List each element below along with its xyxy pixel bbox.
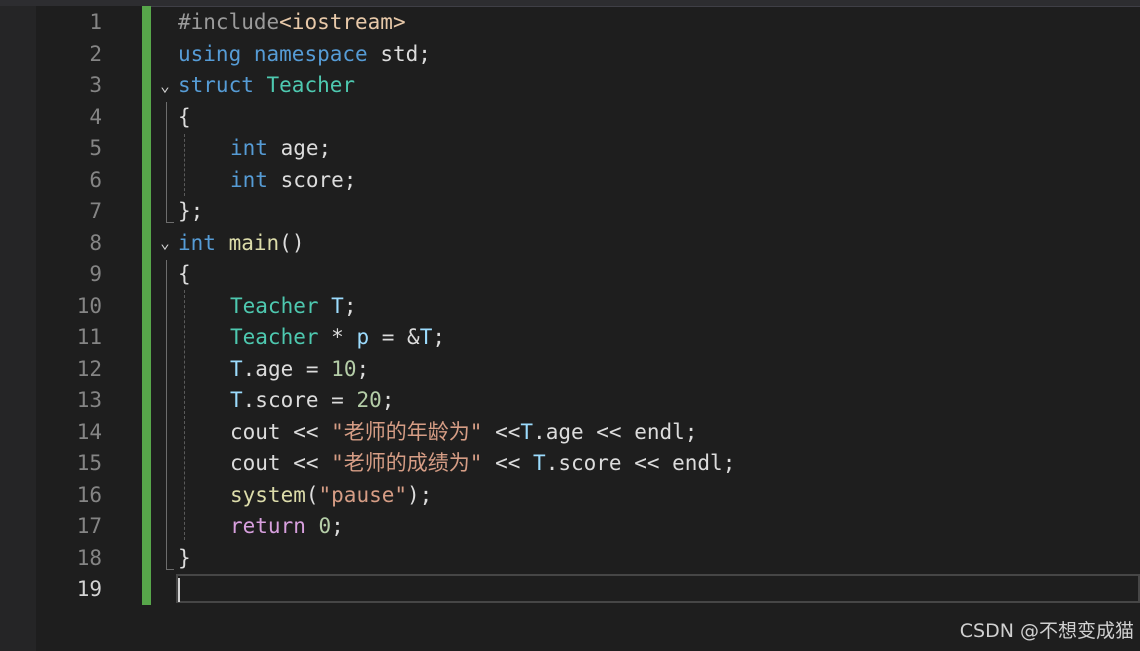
code-line-11[interactable]: 11 Teacher * p = &T; bbox=[0, 322, 1140, 354]
code-line-2[interactable]: 2 using namespace std; bbox=[0, 39, 1140, 71]
code-text[interactable]: int main() bbox=[178, 228, 304, 260]
code-text[interactable]: cout << "老师的年龄为" <<T.age << endl; bbox=[230, 417, 697, 449]
line-number: 7 bbox=[89, 199, 102, 223]
code-text[interactable]: T.score = 20; bbox=[230, 385, 394, 417]
code-line-19[interactable]: 19 bbox=[0, 574, 1140, 606]
code-text[interactable]: struct Teacher bbox=[178, 70, 355, 102]
line-number: 18 bbox=[76, 545, 102, 570]
code-line-5[interactable]: 5 int age; bbox=[0, 133, 1140, 165]
line-number: 17 bbox=[76, 514, 102, 538]
code-text[interactable]: { bbox=[178, 102, 191, 134]
code-line-13[interactable]: 13 T.score = 20; bbox=[0, 385, 1140, 417]
code-line-3[interactable]: 3 struct Teacher bbox=[0, 70, 1140, 102]
code-text[interactable]: Teacher * p = &T; bbox=[230, 322, 445, 354]
code-line-16[interactable]: 16 system("pause"); bbox=[0, 480, 1140, 512]
line-number: 2 bbox=[89, 41, 102, 66]
code-text[interactable]: int score; bbox=[230, 165, 356, 197]
code-line-8[interactable]: 8 int main() bbox=[0, 228, 1140, 260]
code-line-1[interactable]: 1 #include<iostream> bbox=[0, 7, 1140, 39]
line-number: 9 bbox=[89, 262, 102, 286]
line-number: 3 bbox=[89, 73, 102, 97]
code-line-18[interactable]: 18 } bbox=[0, 543, 1140, 575]
code-text[interactable]: system("pause"); bbox=[230, 480, 432, 512]
text-caret bbox=[178, 578, 180, 602]
code-line-17[interactable]: 17 return 0; bbox=[0, 511, 1140, 543]
code-line-7[interactable]: 7 }; bbox=[0, 196, 1140, 228]
line-number: 1 bbox=[89, 10, 102, 34]
code-text[interactable]: }; bbox=[178, 196, 203, 228]
line-number: 16 bbox=[76, 482, 102, 507]
code-text[interactable]: #include<iostream> bbox=[178, 7, 406, 39]
line-number: 11 bbox=[76, 325, 102, 349]
code-line-6[interactable]: 6 int score; bbox=[0, 165, 1140, 197]
code-line-15[interactable]: 15 cout << "老师的成绩为" << T.score << endl; bbox=[0, 448, 1140, 480]
line-number: 14 bbox=[76, 419, 102, 444]
code-text[interactable]: cout << "老师的成绩为" << T.score << endl; bbox=[230, 448, 735, 480]
line-number: 12 bbox=[76, 356, 102, 381]
watermark: CSDN @不想变成猫 bbox=[959, 620, 1134, 642]
editor-tab-strip bbox=[0, 0, 1140, 7]
code-line-9[interactable]: 9 { bbox=[0, 259, 1140, 291]
code-text[interactable]: T.age = 10; bbox=[230, 354, 369, 386]
code-line-12[interactable]: 12 T.age = 10; bbox=[0, 354, 1140, 386]
line-number: 4 bbox=[89, 104, 102, 129]
code-text[interactable]: { bbox=[178, 259, 191, 291]
code-text[interactable]: Teacher T; bbox=[230, 291, 356, 323]
code-text[interactable]: return 0; bbox=[230, 511, 344, 543]
code-text[interactable]: using namespace std; bbox=[178, 39, 431, 71]
line-number: 6 bbox=[89, 167, 102, 192]
line-number: 13 bbox=[76, 388, 102, 412]
line-number: 5 bbox=[89, 136, 102, 160]
line-number-active: 19 bbox=[76, 577, 102, 601]
code-line-14[interactable]: 14 cout << "老师的年龄为" <<T.age << endl; bbox=[0, 417, 1140, 449]
line-number: 10 bbox=[76, 293, 102, 318]
line-number: 8 bbox=[89, 230, 102, 255]
code-line-10[interactable]: 10 Teacher T; bbox=[0, 291, 1140, 323]
line-number: 15 bbox=[76, 451, 102, 475]
code-text[interactable]: } bbox=[178, 543, 191, 575]
code-line-4[interactable]: 4 { bbox=[0, 102, 1140, 134]
code-text[interactable]: int age; bbox=[230, 133, 331, 165]
